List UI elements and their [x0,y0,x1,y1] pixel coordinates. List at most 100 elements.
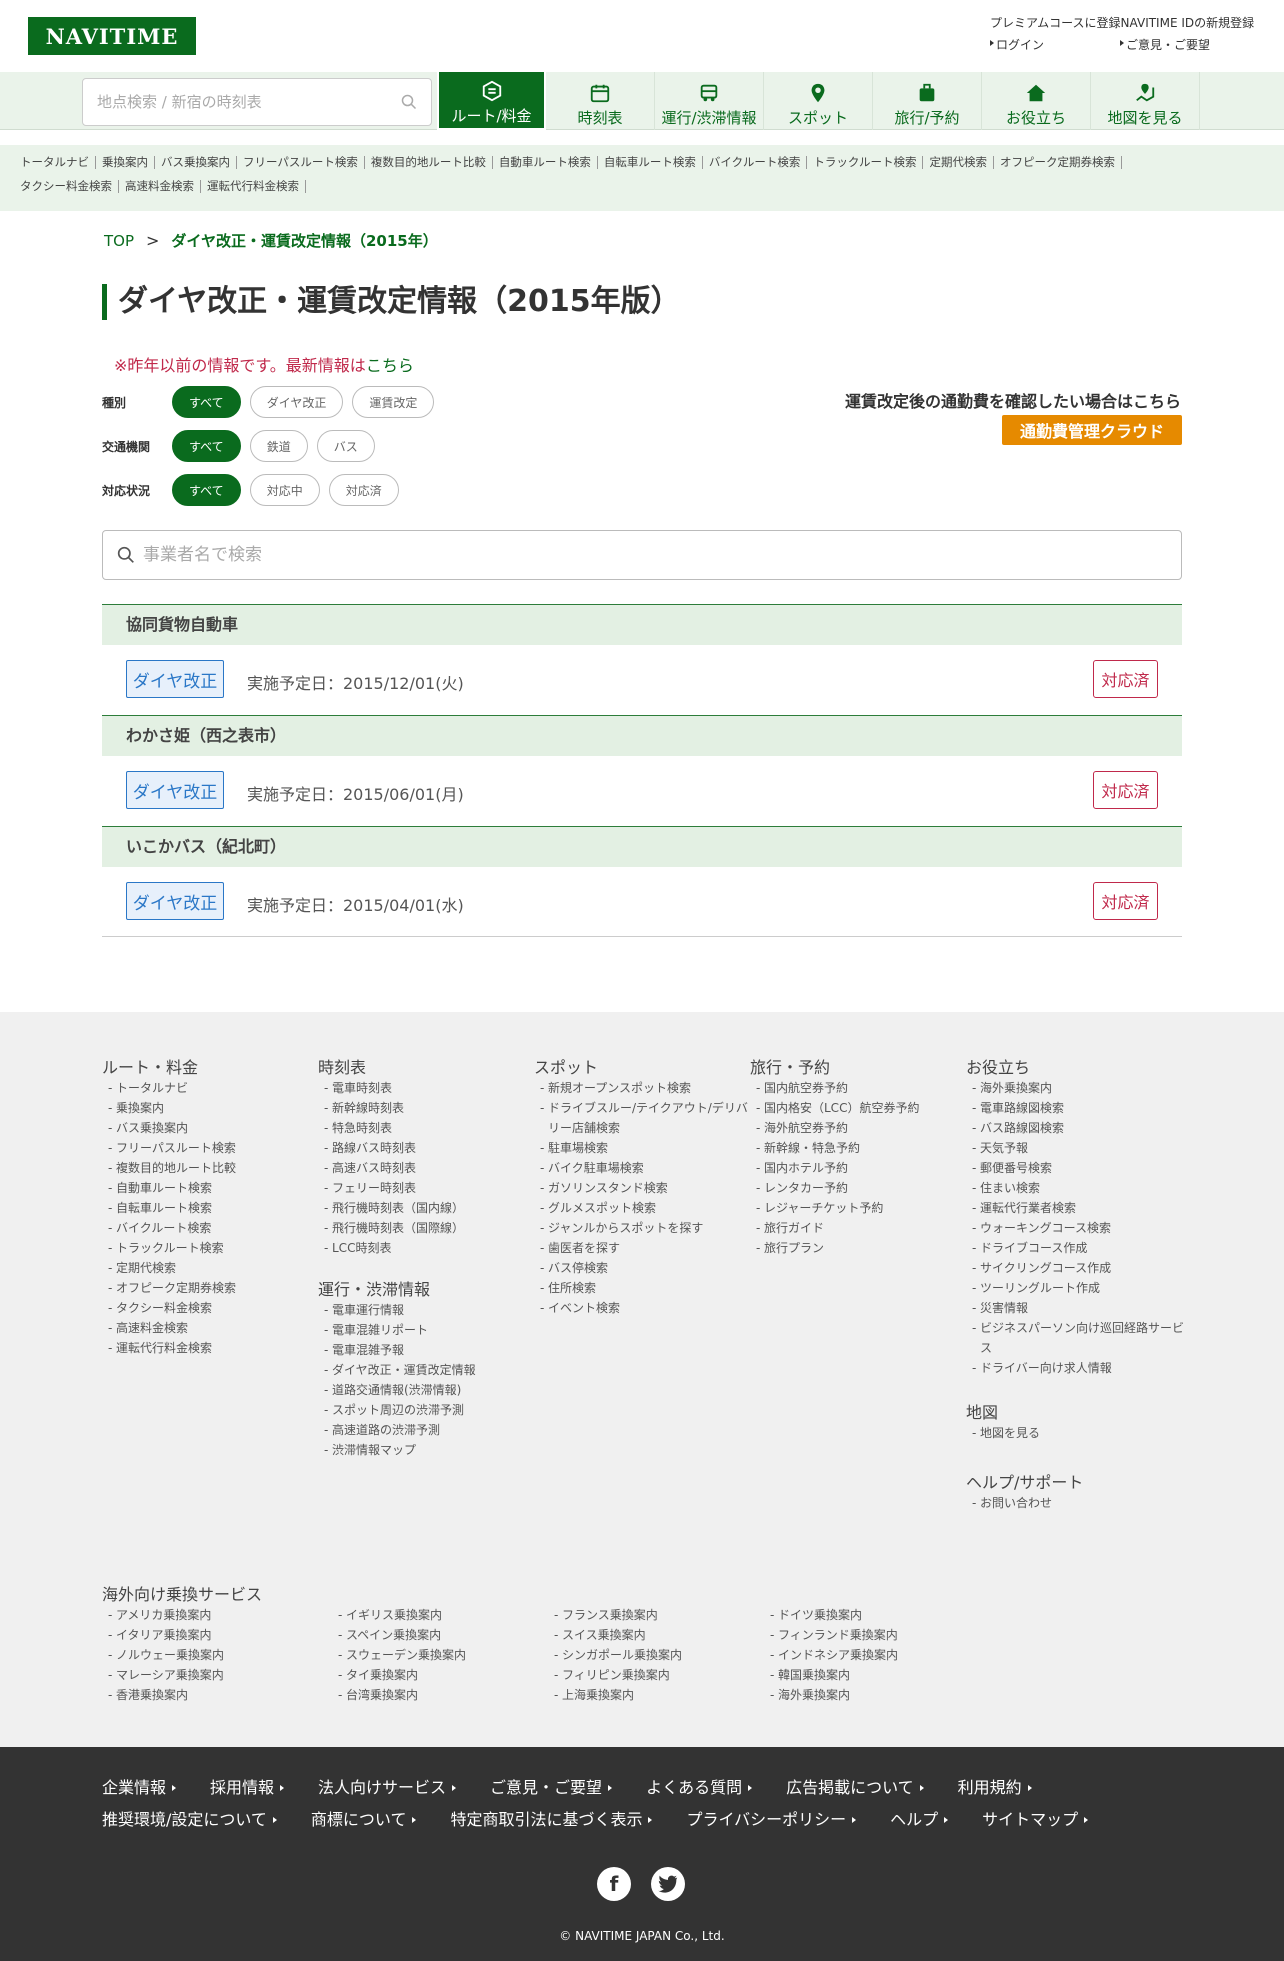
footer-link[interactable]: 電車運行情報 [318,1300,518,1320]
subnav-link[interactable]: 自転車ルート検索 [598,155,703,169]
footer-link[interactable]: 地図を見る [966,1423,1186,1443]
nav-useful[interactable]: お役立ち [982,72,1091,130]
footer-link[interactable]: 香港乗換案内 [102,1685,262,1705]
footer-link[interactable]: ノルウェー乗換案内 [102,1645,262,1665]
corporate-link[interactable]: ヘルプ [890,1804,949,1836]
footer-link[interactable]: 電車混雑リポート [318,1320,518,1340]
subnav-link[interactable]: タクシー料金検索 [14,179,119,193]
corporate-link[interactable]: 広告掲載について [786,1772,924,1804]
footer-link[interactable]: フィンランド乗換案内 [764,1625,898,1645]
corporate-link[interactable]: 商標について [311,1804,417,1836]
footer-link[interactable]: 住所検索 [534,1278,754,1298]
subnav-link[interactable]: 乗換案内 [96,155,155,169]
footer-link[interactable]: 国内航空券予約 [750,1078,960,1098]
subnav-link[interactable]: 運転代行料金検索 [201,179,306,193]
nav-traffic[interactable]: 運行/渋滞情報 [655,72,764,130]
footer-link[interactable]: トータルナビ [102,1078,236,1098]
footer-link[interactable]: 住まい検索 [966,1178,1186,1198]
footer-heading[interactable]: お役立ち [966,1058,1186,1078]
footer-link[interactable]: 高速バス時刻表 [318,1158,518,1178]
footer-link[interactable]: バイクルート検索 [102,1218,236,1238]
footer-link[interactable]: 海外乗換案内 [764,1685,898,1705]
facebook-icon[interactable]: f [597,1867,631,1901]
subnav-link[interactable]: トータルナビ [14,155,96,169]
footer-link[interactable]: 郵便番号検索 [966,1158,1186,1178]
footer-link[interactable]: 定期代検索 [102,1258,236,1278]
login-link[interactable]: ログイン [990,36,1120,53]
footer-link[interactable]: ドイツ乗換案内 [764,1605,898,1625]
footer-link[interactable]: 旅行ガイド [750,1218,960,1238]
filter-transport-rail[interactable]: 鉄道 [249,430,308,462]
footer-link[interactable]: 高速料金検索 [102,1318,236,1338]
subnav-link[interactable]: トラックルート検索 [807,155,924,169]
footer-link[interactable]: レンタカー予約 [750,1178,960,1198]
filter-status-done[interactable]: 対応済 [328,474,399,506]
footer-link[interactable]: 旅行プラン [750,1238,960,1258]
spot-search-input[interactable] [97,93,401,111]
footer-heading[interactable]: 地図 [966,1403,1186,1423]
footer-link[interactable]: スウェーデン乗換案内 [332,1645,466,1665]
footer-link[interactable]: タクシー料金検索 [102,1298,236,1318]
nav-map[interactable]: 地図を見る [1091,72,1200,130]
subnav-link[interactable]: オフピーク定期券検索 [994,155,1122,169]
footer-heading[interactable]: スポット [534,1058,754,1078]
navitime-logo[interactable]: NAVITIME [28,17,196,55]
footer-link[interactable]: 海外乗換案内 [966,1078,1186,1098]
footer-link[interactable]: バス停検索 [534,1258,754,1278]
footer-link[interactable]: 駐車場検索 [534,1138,754,1158]
footer-link[interactable]: アメリカ乗換案内 [102,1605,262,1625]
footer-link[interactable]: 天気予報 [966,1138,1186,1158]
footer-link[interactable]: フェリー時刻表 [318,1178,518,1198]
footer-link[interactable]: 自転車ルート検索 [102,1198,236,1218]
footer-link[interactable]: 電車時刻表 [318,1078,518,1098]
subnav-link[interactable]: バイクルート検索 [703,155,808,169]
footer-heading[interactable]: 運行・渋滞情報 [318,1280,518,1300]
footer-link[interactable]: 自動車ルート検索 [102,1178,236,1198]
subnav-link[interactable]: 高速料金検索 [119,179,201,193]
footer-link[interactable]: サイクリングコース作成 [966,1258,1186,1278]
corporate-link[interactable]: 特定商取引法に基づく表示 [450,1804,653,1836]
company-name[interactable]: 協同貨物自動車 [102,604,1182,645]
corporate-link[interactable]: 法人向けサービス [318,1772,457,1804]
nav-timetable[interactable]: 時刻表 [546,72,655,130]
footer-heading[interactable]: ヘルプ/サポート [966,1473,1186,1493]
commute-cloud-button[interactable]: 通勤費管理クラウド [1002,415,1182,445]
footer-link[interactable]: ウォーキングコース検索 [966,1218,1186,1238]
footer-link[interactable]: ドライブスルー/テイクアウト/デリバリー店舗検索 [534,1098,754,1138]
footer-link[interactable]: シンガポール乗換案内 [548,1645,682,1665]
corporate-link[interactable]: サイトマップ [982,1804,1089,1836]
footer-link[interactable]: 道路交通情報(渋滞情報) [318,1380,518,1400]
footer-link[interactable]: イベント検索 [534,1298,754,1318]
footer-link[interactable]: 特急時刻表 [318,1118,518,1138]
footer-link[interactable]: フランス乗換案内 [548,1605,682,1625]
footer-link[interactable]: 路線バス時刻表 [318,1138,518,1158]
company-search-input[interactable] [143,545,1167,565]
subnav-link[interactable]: バス乗換案内 [155,155,237,169]
footer-link[interactable]: ダイヤ改正・運賃改定情報 [318,1360,518,1380]
footer-link[interactable]: 電車路線図検索 [966,1098,1186,1118]
footer-link[interactable]: イタリア乗換案内 [102,1625,262,1645]
corporate-link[interactable]: 採用情報 [210,1772,285,1804]
footer-link[interactable]: 複数目的地ルート比較 [102,1158,236,1178]
footer-link[interactable]: ガソリンスタンド検索 [534,1178,754,1198]
footer-link[interactable]: マレーシア乗換案内 [102,1665,262,1685]
company-name[interactable]: わかさ姫（西之表市） [102,715,1182,756]
footer-link[interactable]: 国内ホテル予約 [750,1158,960,1178]
footer-link[interactable]: ビジネスパーソン向け巡回経路サービス [966,1318,1186,1358]
nav-route[interactable]: ルート/料金 [437,72,546,130]
latest-info-link[interactable]: こちら [366,356,414,375]
footer-link[interactable]: バイク駐車場検索 [534,1158,754,1178]
footer-heading[interactable]: 時刻表 [318,1058,518,1078]
filter-type-fare[interactable]: 運賃改定 [352,386,435,418]
footer-link[interactable]: お問い合わせ [966,1493,1186,1513]
footer-link[interactable]: 飛行機時刻表（国内線） [318,1198,518,1218]
footer-link[interactable]: スペイン乗換案内 [332,1625,466,1645]
filter-transport-all[interactable]: すべて [172,430,241,462]
nav-travel[interactable]: 旅行/予約 [873,72,982,130]
premium-signup-link[interactable]: プレミアムコースに登録NAVITIME IDの新規登録 [990,14,1270,31]
corporate-link[interactable]: ご意見・ご要望 [490,1772,613,1804]
footer-link[interactable]: オフピーク定期券検索 [102,1278,236,1298]
footer-link[interactable]: ジャンルからスポットを探す [534,1218,754,1238]
footer-link[interactable]: LCC時刻表 [318,1238,518,1258]
footer-link[interactable]: 運転代行業者検索 [966,1198,1186,1218]
